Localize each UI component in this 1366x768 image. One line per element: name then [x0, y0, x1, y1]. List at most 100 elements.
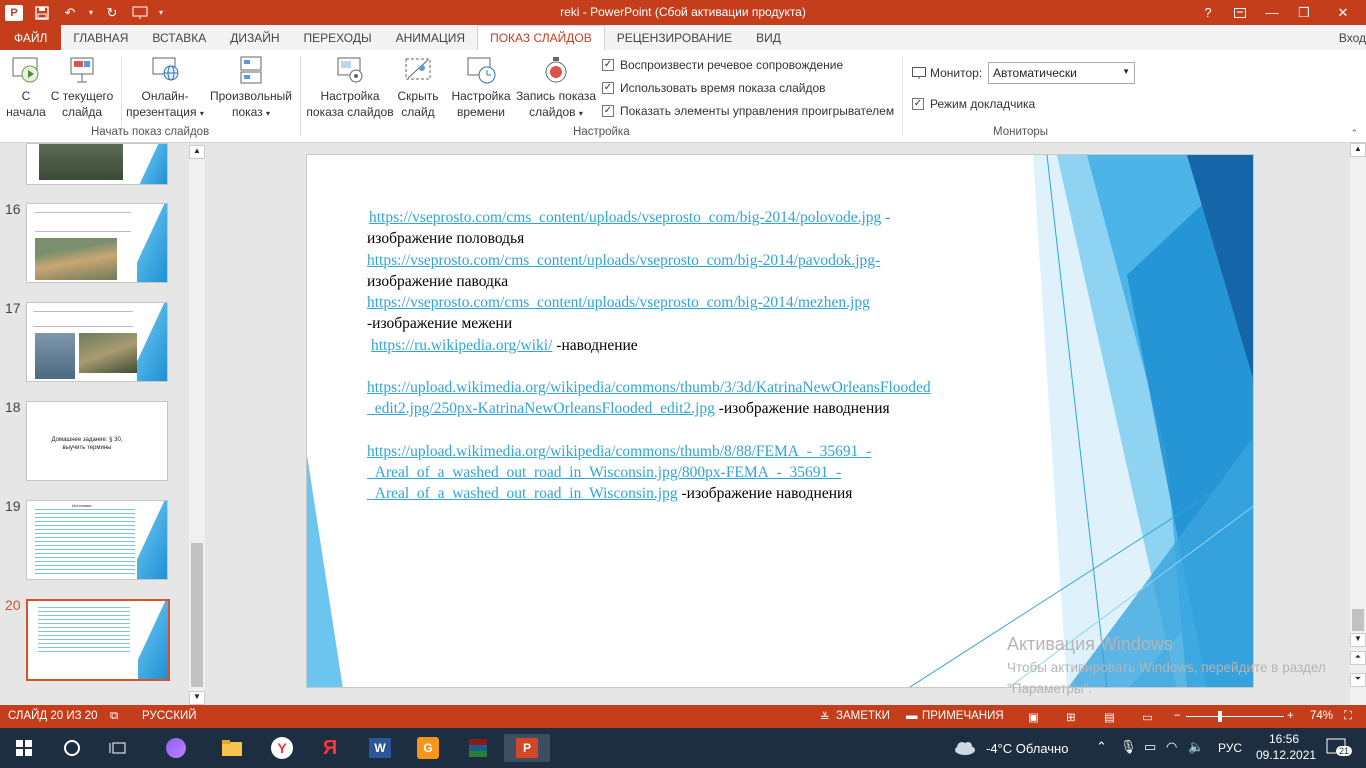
help-button[interactable]: ?: [1192, 0, 1224, 25]
tab-home[interactable]: ГЛАВНАЯ: [61, 25, 140, 50]
from-start-button[interactable]: С начала: [6, 54, 46, 120]
scroll-up-icon[interactable]: ▲: [1350, 143, 1366, 157]
battery-icon[interactable]: ▭: [1144, 739, 1156, 755]
hide-slide-button[interactable]: Скрыть слайд: [396, 54, 440, 120]
slide-sorter-icon[interactable]: ⊞: [1066, 710, 1076, 724]
timings-checkbox[interactable]: ✓ Использовать время показа слайдов: [602, 81, 826, 95]
slide-thumbnail[interactable]: Домашнее задание: § 30, выучить термины: [26, 401, 168, 481]
notes-icon[interactable]: ≚: [820, 710, 830, 724]
yandex-icon[interactable]: Я: [312, 734, 348, 762]
from-current-button[interactable]: С текущего слайда: [48, 54, 116, 120]
scroll-down-icon[interactable]: ▼: [1350, 633, 1366, 647]
restore-button[interactable]: ❐: [1288, 0, 1320, 25]
slide-thumbnail-selected[interactable]: [26, 599, 170, 681]
normal-view-icon[interactable]: ▣: [1028, 710, 1039, 724]
minimize-button[interactable]: —: [1256, 0, 1288, 25]
ribbon: С начала С текущего слайда Онлайн- презе…: [0, 50, 1366, 143]
scroll-up-icon[interactable]: ▲: [189, 145, 205, 159]
tab-view[interactable]: ВИД: [744, 25, 793, 50]
spellcheck-icon[interactable]: ⧉: [110, 710, 118, 723]
ribbon-display-button[interactable]: [1224, 0, 1256, 25]
record-slideshow-button[interactable]: Запись показа слайдов ▾: [514, 54, 598, 122]
media-controls-checkbox[interactable]: ✓ Показать элементы управления проигрыват…: [602, 104, 894, 118]
zoom-out-icon[interactable]: −: [1174, 710, 1181, 722]
scroll-thumb[interactable]: [1352, 609, 1364, 631]
online-presentation-button[interactable]: Онлайн- презентация ▾: [124, 54, 206, 122]
zoom-slider[interactable]: [1186, 716, 1284, 717]
slide-text-body: https://vseprosto.com/cms_content/upload…: [367, 207, 1027, 505]
editor-scrollbar[interactable]: ▲ ▼ ⏶ ⏷: [1350, 143, 1366, 705]
slide-thumbnail[interactable]: [26, 203, 168, 283]
source-link[interactable]: https://vseprosto.com/cms_content/upload…: [367, 252, 880, 269]
narration-checkbox[interactable]: ✓ Воспроизвести речевое сопровождение: [602, 58, 843, 72]
source-link[interactable]: https://vseprosto.com/cms_content/upload…: [369, 209, 881, 226]
slide-thumbnail[interactable]: [26, 143, 168, 185]
reading-view-icon[interactable]: ▤: [1104, 710, 1115, 724]
collapse-ribbon-icon[interactable]: ⌃: [1350, 128, 1358, 139]
thumbnail-scrollbar[interactable]: ▲ ▼: [189, 145, 205, 705]
presenter-view-label: Режим докладчика: [930, 97, 1036, 111]
slide-thumbnail[interactable]: [26, 302, 168, 382]
clock[interactable]: 16:56 09.12.2021: [1256, 732, 1316, 762]
source-link[interactable]: https://upload.wikimedia.org/wikipedia/c…: [367, 379, 931, 396]
source-link[interactable]: https://vseprosto.com/cms_content/upload…: [367, 294, 870, 311]
source-link[interactable]: _edit2.jpg/250px-KatrinaNewOrleansFloode…: [367, 400, 715, 417]
rehearse-timings-button[interactable]: Настройка времени: [448, 54, 514, 120]
custom-show-button[interactable]: Произвольный показ ▾: [208, 54, 294, 122]
thumbnail-photo: [39, 144, 123, 180]
chevron-up-icon[interactable]: ⌃: [1096, 739, 1107, 755]
volume-icon[interactable]: 🔈: [1188, 739, 1204, 755]
notes-button[interactable]: ЗАМЕТКИ: [836, 710, 890, 722]
close-button[interactable]: ✕: [1320, 0, 1366, 25]
notifications-icon[interactable]: 21: [1326, 738, 1353, 758]
source-link[interactable]: _Areal_of_a_washed_out_road_in_Wisconsin…: [367, 464, 841, 481]
pdf-reader-icon[interactable]: G: [410, 734, 446, 762]
weather-text[interactable]: -4°C Облачно: [986, 741, 1068, 756]
source-link[interactable]: https://upload.wikimedia.org/wikipedia/c…: [367, 443, 871, 460]
thumbnail-text: Домашнее задание: § 30, выучить термины: [51, 437, 123, 451]
alice-assistant-icon[interactable]: [158, 734, 194, 762]
previous-slide-icon[interactable]: ⏶: [1350, 651, 1366, 665]
record-label-2-wrap: слайдов ▾: [514, 104, 598, 122]
tab-insert[interactable]: ВСТАВКА: [140, 25, 218, 50]
tab-slideshow[interactable]: ПОКАЗ СЛАЙДОВ: [477, 25, 605, 50]
source-link[interactable]: _Areal_of_a_washed_out_road_in_Wisconsin…: [367, 485, 678, 502]
comments-button[interactable]: ПРИМЕЧАНИЯ: [922, 710, 1004, 722]
setup-slideshow-button[interactable]: Настройка показа слайдов: [305, 54, 395, 120]
comments-icon[interactable]: ▬: [906, 710, 918, 722]
slide-canvas[interactable]: https://vseprosto.com/cms_content/upload…: [306, 154, 1254, 688]
source-description: -изображение наводнения: [714, 400, 890, 418]
windows-start-icon[interactable]: [6, 734, 42, 762]
zoom-in-icon[interactable]: +: [1287, 710, 1294, 722]
weather-cloud-icon[interactable]: [950, 734, 980, 762]
search-icon[interactable]: [54, 734, 90, 762]
zoom-slider-thumb[interactable]: [1218, 711, 1222, 722]
tab-design[interactable]: ДИЗАЙН: [218, 25, 291, 50]
tab-transitions[interactable]: ПЕРЕХОДЫ: [292, 25, 384, 50]
timings-label: Использовать время показа слайдов: [620, 81, 826, 95]
scroll-thumb[interactable]: [191, 543, 203, 687]
microphone-icon[interactable]: 🎙: [1120, 739, 1137, 755]
tab-animation[interactable]: АНИМАЦИЯ: [384, 25, 477, 50]
monitor-select[interactable]: Автоматически ▼: [988, 62, 1135, 84]
slideshow-view-icon[interactable]: ▭: [1142, 710, 1153, 724]
fit-to-window-icon[interactable]: ⛶: [1344, 710, 1352, 723]
tab-review[interactable]: РЕЦЕНЗИРОВАНИЕ: [605, 25, 744, 50]
language-indicator[interactable]: РУССКИЙ: [142, 710, 197, 722]
wifi-icon[interactable]: ◠: [1166, 739, 1177, 755]
input-language[interactable]: РУС: [1218, 741, 1242, 755]
winrar-icon[interactable]: [460, 734, 496, 762]
sign-in-link[interactable]: Вход: [1339, 31, 1366, 45]
yandex-browser-icon[interactable]: Y: [264, 734, 300, 762]
file-explorer-icon[interactable]: [214, 734, 250, 762]
source-link[interactable]: https://ru.wikipedia.org/wiki/: [371, 337, 552, 354]
zoom-level[interactable]: 74%: [1310, 710, 1333, 722]
task-view-icon[interactable]: [100, 734, 136, 762]
powerpoint-taskbar-icon[interactable]: P: [504, 734, 550, 762]
slide-thumbnail[interactable]: Источники: [26, 500, 168, 580]
next-slide-icon[interactable]: ⏷: [1350, 673, 1366, 687]
scroll-down-icon[interactable]: ▼: [189, 691, 205, 705]
tab-file[interactable]: ФАЙЛ: [0, 25, 62, 50]
word-icon[interactable]: W: [362, 734, 398, 762]
presenter-view-checkbox[interactable]: ✓ Режим докладчика: [912, 97, 1035, 111]
